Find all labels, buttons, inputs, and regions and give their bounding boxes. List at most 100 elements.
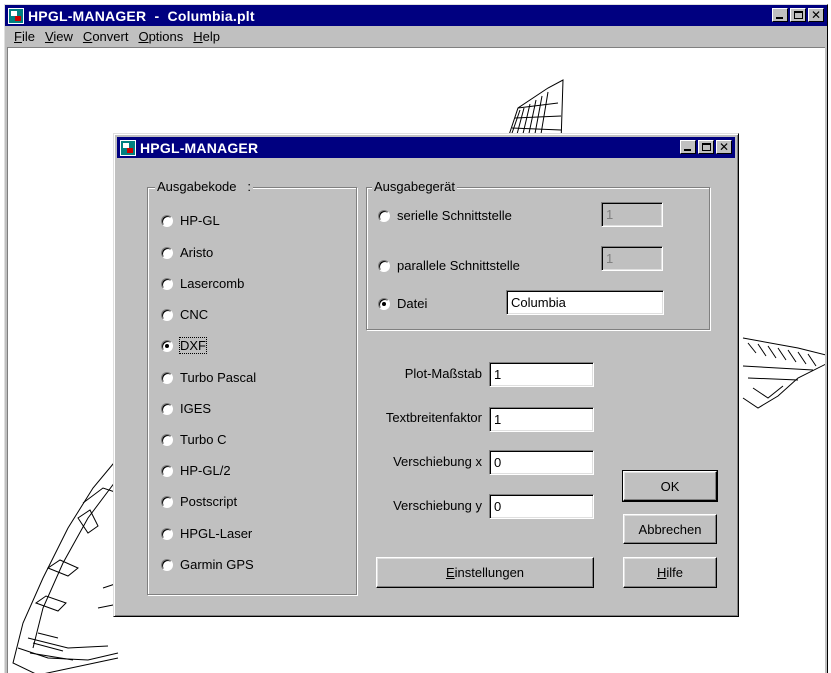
radio-file[interactable]: Datei	[378, 296, 427, 311]
maximize-icon	[794, 11, 803, 19]
radio-aristo[interactable]: Aristo	[161, 245, 213, 260]
output-code-legend: Ausgabekode :	[155, 179, 253, 194]
radio-turbo-pascal[interactable]: Turbo Pascal	[161, 370, 256, 385]
minimize-icon	[776, 17, 783, 19]
plot-scale-label: Plot-Maßstab	[404, 366, 482, 381]
dialog-close-button[interactable]: ✕	[716, 140, 732, 154]
radio-turbo-c[interactable]: Turbo C	[161, 432, 226, 447]
help-button[interactable]: Hilfe	[623, 557, 717, 588]
radio-indicator	[161, 371, 173, 384]
offset-y-field[interactable]: 0	[489, 494, 594, 519]
radio-label: IGES	[180, 401, 212, 416]
close-icon: ✕	[810, 8, 822, 22]
output-device-legend: Ausgabegerät	[372, 179, 457, 194]
parallel-port-field[interactable]: 1	[601, 246, 663, 271]
radio-indicator	[161, 246, 173, 259]
dialog-maximize-button[interactable]	[698, 140, 714, 154]
radio-indicator	[161, 402, 173, 415]
radio-label: Postscript	[180, 494, 238, 509]
menu-options-mnemonic: O	[138, 29, 149, 44]
settings-button[interactable]: Einstellungen	[376, 557, 594, 588]
radio-cnc[interactable]: CNC	[161, 307, 208, 322]
settings-mnemonic: E	[445, 565, 455, 580]
close-icon: ✕	[718, 140, 730, 154]
radio-label: Garmin GPS	[180, 557, 254, 572]
dialog-app-icon[interactable]	[120, 139, 136, 156]
menu-file-mnemonic: F	[14, 29, 22, 44]
menu-help[interactable]: Help	[188, 29, 225, 44]
minimize-button[interactable]	[772, 8, 788, 22]
radio-label: serielle Schnittstelle	[397, 208, 512, 223]
radio-indicator-selected	[161, 339, 173, 352]
radio-label: DXF	[179, 337, 207, 354]
menu-options-label: ptions	[148, 29, 184, 44]
radio-iges[interactable]: IGES	[161, 401, 211, 416]
radio-indicator	[161, 558, 173, 571]
close-button[interactable]: ✕	[808, 8, 824, 22]
radio-serial-port[interactable]: serielle Schnittstelle	[378, 208, 512, 223]
radio-hpgl[interactable]: HP-GL	[161, 213, 220, 228]
menu-help-mnemonic: H	[193, 29, 203, 44]
menu-view-label: iew	[53, 29, 73, 44]
radio-label: CNC	[180, 307, 209, 322]
help-mnemonic: H	[656, 565, 667, 580]
maximize-icon	[702, 143, 711, 151]
serial-port-field[interactable]: 1	[601, 202, 663, 227]
radio-label: HP-GL	[180, 213, 220, 228]
text-width-label: Textbreitenfaktor	[385, 410, 482, 425]
dialog-minimize-button[interactable]	[680, 140, 696, 154]
radio-indicator	[161, 495, 173, 508]
file-name-field[interactable]: Columbia	[506, 290, 664, 315]
radio-label: Turbo Pascal	[180, 370, 257, 385]
radio-parallel-port[interactable]: parallele Schnittstelle	[378, 258, 520, 273]
menu-convert-label: onvert	[92, 29, 129, 44]
cancel-button[interactable]: Abbrechen	[623, 514, 717, 544]
maximize-button[interactable]	[790, 8, 806, 22]
menu-file[interactable]: File	[9, 29, 40, 44]
menu-convert[interactable]: Convert	[78, 29, 134, 44]
radio-postscript[interactable]: Postscript	[161, 494, 237, 509]
menu-help-label: elp	[202, 29, 221, 44]
menu-convert-mnemonic: C	[82, 29, 93, 44]
hpgl-manager-dialog: HPGL-MANAGER ✕ Ausgabekode : HP-GL Arist…	[113, 133, 739, 617]
plot-scale-field[interactable]: 1	[489, 362, 594, 387]
main-titlebar[interactable]: HPGL-MANAGER - Columbia.plt ✕	[5, 5, 827, 26]
main-caption-buttons: ✕	[770, 8, 824, 22]
radio-garmin-gps[interactable]: Garmin GPS	[161, 557, 254, 572]
dialog-title: HPGL-MANAGER	[140, 139, 259, 156]
settings-label: instellungen	[454, 565, 525, 580]
app-icon[interactable]	[8, 7, 24, 24]
radio-label: Lasercomb	[180, 276, 245, 291]
help-label: ilfe	[666, 565, 683, 580]
offset-x-label: Verschiebung x	[393, 454, 482, 469]
radio-label: HP-GL/2	[180, 463, 231, 478]
offset-y-label: Verschiebung y	[393, 498, 482, 513]
radio-indicator-selected	[378, 297, 390, 310]
radio-indicator	[378, 259, 390, 272]
radio-label: Turbo C	[180, 432, 227, 447]
radio-hpgl-laser[interactable]: HPGL-Laser	[161, 526, 252, 541]
menu-options[interactable]: Options	[133, 29, 188, 44]
radio-indicator	[161, 277, 173, 290]
menu-file-label: ile	[21, 29, 35, 44]
offset-x-field[interactable]: 0	[489, 450, 594, 475]
radio-label: Datei	[397, 296, 428, 311]
minimize-icon	[684, 149, 691, 151]
radio-indicator	[161, 527, 173, 540]
radio-indicator	[161, 464, 173, 477]
radio-label: parallele Schnittstelle	[397, 258, 520, 273]
ok-button[interactable]: OK	[622, 470, 718, 502]
menu-view[interactable]: View	[40, 29, 78, 44]
radio-lasercomb[interactable]: Lasercomb	[161, 276, 244, 291]
main-window-title: HPGL-MANAGER - Columbia.plt	[28, 7, 255, 24]
radio-dxf[interactable]: DXF	[161, 337, 207, 354]
text-width-field[interactable]: 1	[489, 407, 594, 432]
radio-indicator	[161, 214, 173, 227]
radio-indicator	[161, 308, 173, 321]
dialog-titlebar[interactable]: HPGL-MANAGER ✕	[117, 137, 735, 158]
radio-hpgl2[interactable]: HP-GL/2	[161, 463, 231, 478]
radio-label: Aristo	[180, 245, 214, 260]
dialog-caption-buttons: ✕	[678, 140, 732, 154]
radio-indicator	[378, 209, 390, 222]
radio-label: HPGL-Laser	[180, 526, 253, 541]
